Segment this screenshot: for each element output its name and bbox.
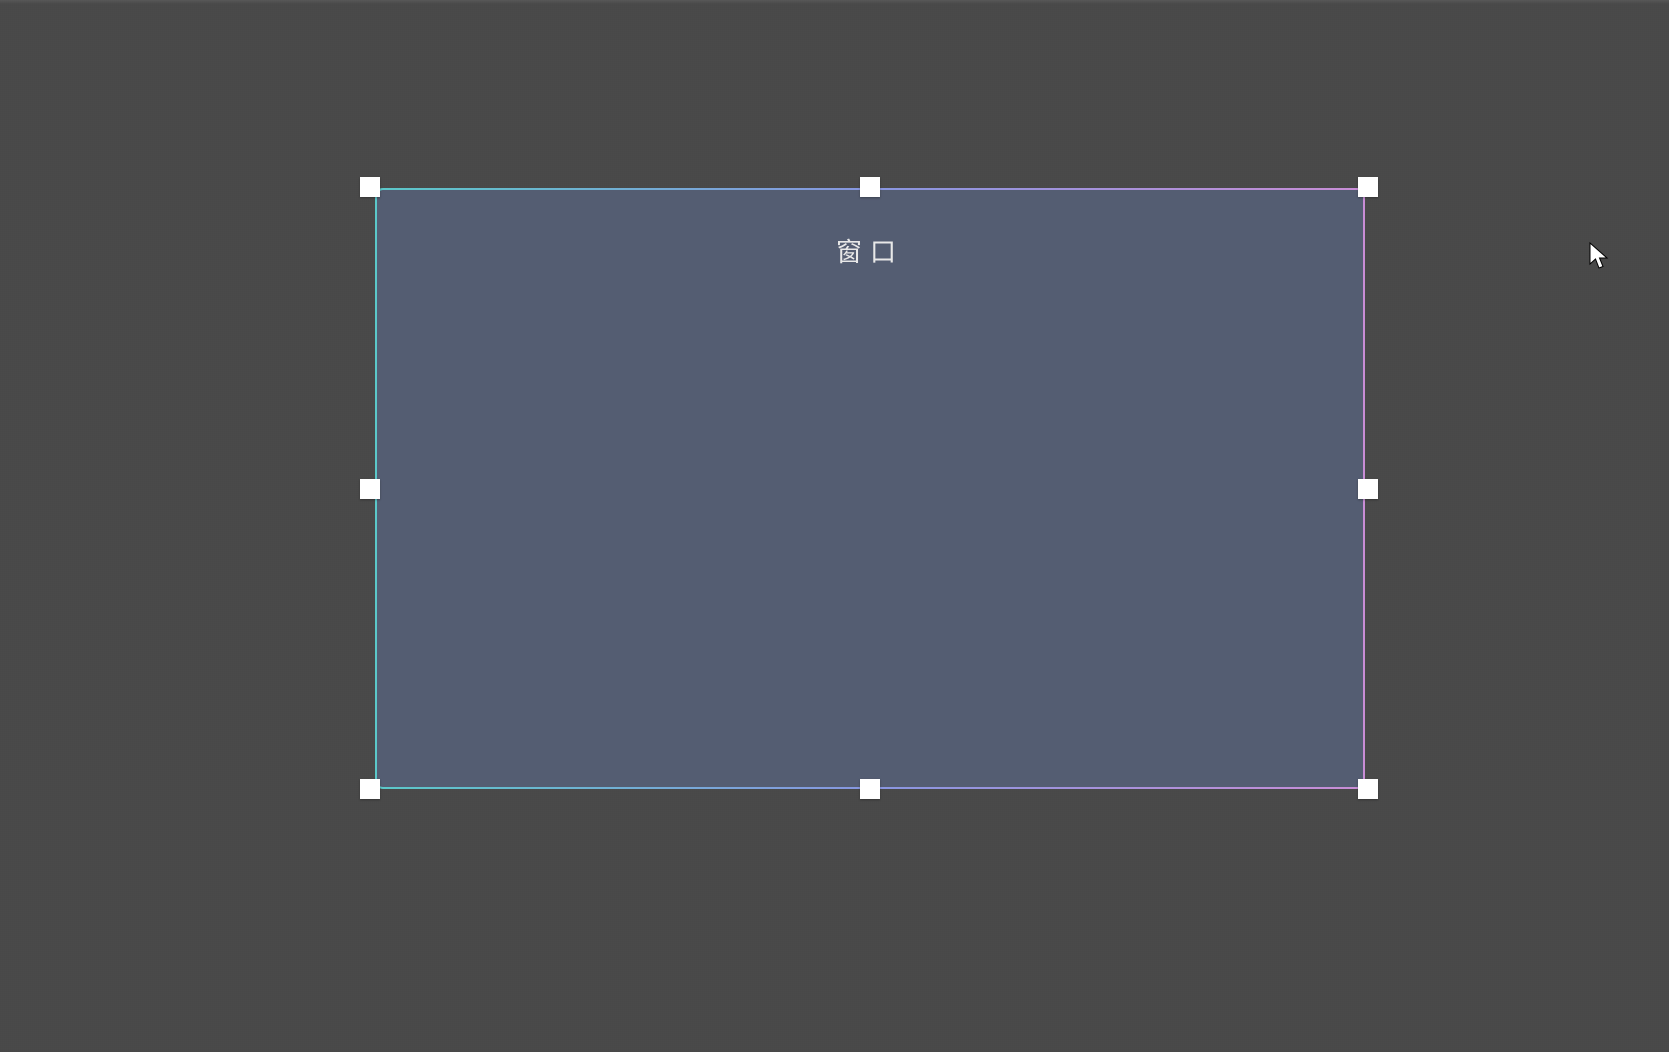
resize-handle-s[interactable] — [860, 779, 880, 799]
cursor-arrow-icon — [1589, 242, 1609, 270]
panel-title: 窗口 — [836, 232, 904, 269]
resize-handle-se[interactable] — [1358, 779, 1378, 799]
resize-handle-e[interactable] — [1358, 479, 1378, 499]
resize-handle-sw[interactable] — [360, 779, 380, 799]
resize-handle-nw[interactable] — [360, 177, 380, 197]
resize-handle-ne[interactable] — [1358, 177, 1378, 197]
window-panel[interactable]: 窗口 — [375, 188, 1365, 789]
resize-handle-n[interactable] — [860, 177, 880, 197]
resize-handle-w[interactable] — [360, 479, 380, 499]
editor-top-edge — [0, 0, 1669, 4]
